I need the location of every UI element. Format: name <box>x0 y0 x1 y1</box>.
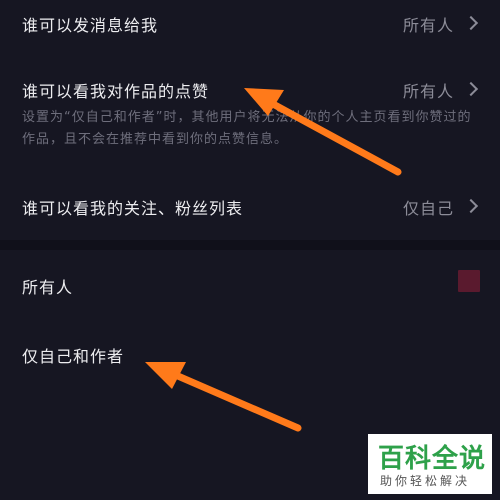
setting-row-message-value: 所有人 <box>402 16 454 35</box>
chevron-right-icon <box>463 15 479 31</box>
watermark-title: 百科全说 <box>378 444 487 474</box>
option-self-and-author[interactable]: 仅自己和作者 <box>0 330 500 380</box>
chevron-right-icon <box>463 81 479 97</box>
setting-row-likes-label: 谁可以看我对作品的点赞 <box>22 82 210 101</box>
setting-row-likes-value: 所有人 <box>402 82 454 101</box>
selected-indicator <box>458 270 480 292</box>
watermark-subtitle: 助你轻松解决 <box>380 474 471 488</box>
setting-row-likes[interactable]: 谁可以看我对作品的点赞 所有人 设置为“仅自己和作者”时，其他用户将无法从你的个… <box>0 62 500 177</box>
option-everyone-label: 所有人 <box>22 278 74 297</box>
watermark-logo: 百科全说 助你轻松解决 <box>368 434 492 494</box>
setting-row-follow-list[interactable]: 谁可以看我的关注、粉丝列表 仅自己 <box>0 185 500 235</box>
option-self-and-author-label: 仅自己和作者 <box>22 347 125 366</box>
setting-row-follow-list-label: 谁可以看我的关注、粉丝列表 <box>22 199 244 218</box>
setting-row-likes-description: 设置为“仅自己和作者”时，其他用户将无法从你的个人主页看到你赞过的作品，且不会在… <box>22 110 472 147</box>
setting-row-follow-list-value: 仅自己 <box>402 199 454 218</box>
privacy-settings-screen: 谁可以发消息给我 所有人 谁可以看我对作品的点赞 所有人 设置为“仅自己和作者”… <box>0 0 500 500</box>
setting-row-message[interactable]: 谁可以发消息给我 所有人 <box>0 0 500 50</box>
option-everyone[interactable]: 所有人 <box>0 260 500 310</box>
setting-row-message-label: 谁可以发消息给我 <box>22 16 159 35</box>
chevron-right-icon <box>463 198 479 214</box>
